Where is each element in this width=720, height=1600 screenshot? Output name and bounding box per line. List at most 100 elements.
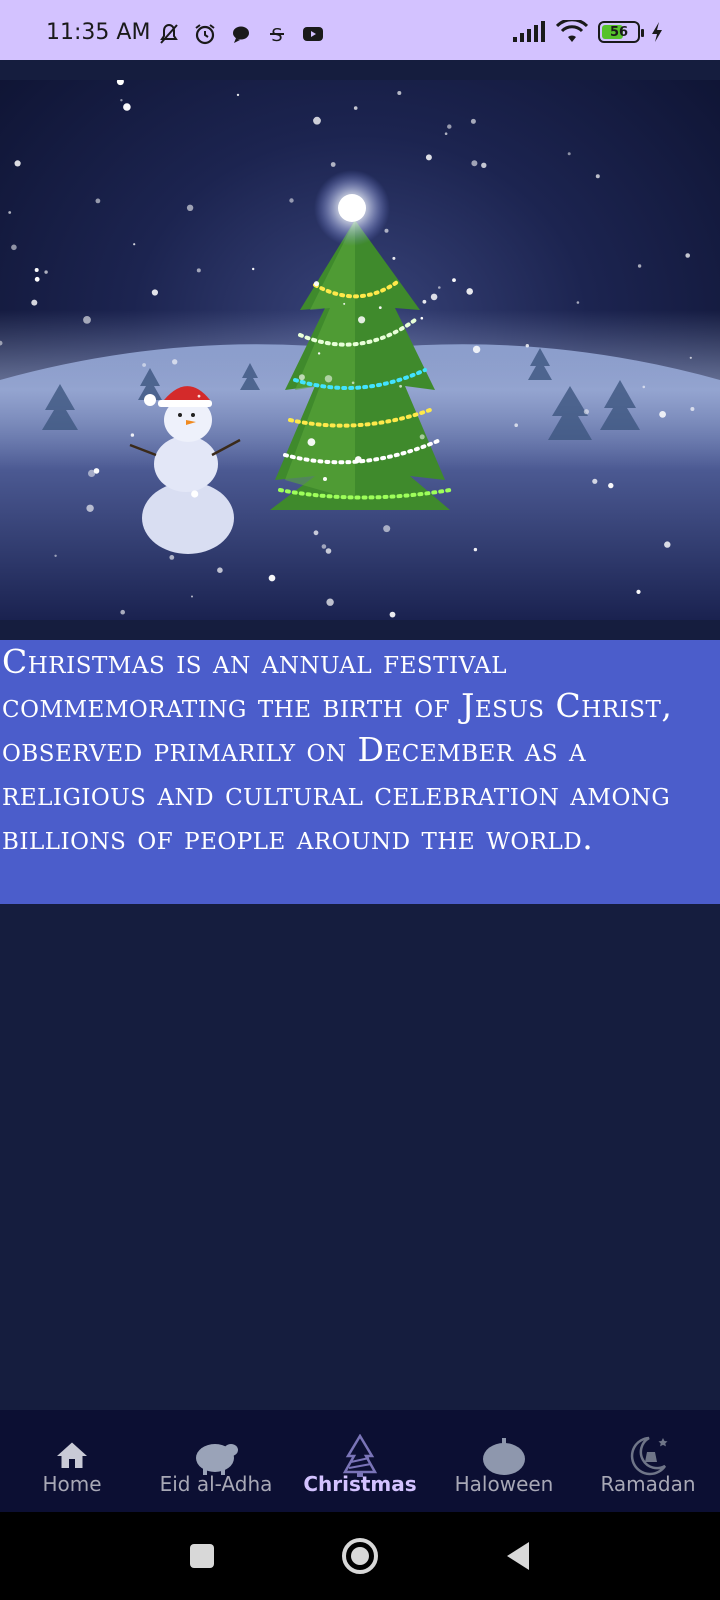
snowflake — [324, 375, 333, 383]
snowflake — [473, 547, 478, 552]
snowflake — [236, 93, 240, 97]
nav-label-eid-al-adha: Eid al-Adha — [159, 1472, 273, 1496]
snowflake — [14, 160, 21, 167]
main-content: Christmas is an annual festival commemor… — [0, 60, 720, 1410]
snowflake — [664, 541, 671, 548]
back-triangle-icon — [507, 1542, 529, 1570]
status-icons-left: S — [156, 22, 326, 46]
snowflake — [592, 478, 598, 484]
status-icons-right: 56 — [512, 20, 664, 44]
snowflake — [690, 407, 695, 411]
bottom-nav: Home Eid al-Adha Christmas Haloween Rama… — [0, 1410, 720, 1512]
recents-button[interactable] — [180, 1534, 224, 1578]
snowflake — [123, 103, 131, 111]
snowflake — [481, 162, 487, 168]
snowflake — [133, 243, 136, 246]
snowflake — [151, 289, 158, 296]
snowflake — [317, 352, 321, 355]
nav-item-home[interactable]: Home — [0, 1410, 144, 1512]
battery-percent: 56 — [609, 24, 629, 40]
back-button[interactable] — [496, 1534, 540, 1578]
snowflake — [452, 278, 456, 282]
nav-item-eid-al-adha[interactable]: Eid al-Adha — [144, 1410, 288, 1512]
snowflake — [307, 438, 316, 446]
description-text: Christmas is an annual festival commemor… — [0, 640, 720, 904]
snowflake — [430, 293, 438, 301]
snowflake — [44, 270, 48, 274]
snowflake — [472, 345, 481, 354]
battery-icon: 56 — [598, 21, 644, 43]
snowflake — [321, 544, 327, 549]
snowflake — [685, 253, 690, 258]
nav-label-ramadan: Ramadan — [600, 1472, 696, 1496]
nav-item-christmas[interactable]: Christmas — [288, 1410, 432, 1512]
snowflake — [325, 548, 332, 554]
snowflake — [425, 154, 432, 161]
home-button[interactable] — [338, 1534, 382, 1578]
snowflake — [298, 374, 305, 381]
chat-bubble-icon — [233, 26, 249, 43]
snowflake — [116, 80, 124, 86]
snowflake — [642, 385, 646, 389]
snowflake — [93, 468, 100, 474]
snowflake — [217, 567, 223, 573]
square-icon — [190, 1544, 214, 1568]
snowflake — [583, 409, 590, 415]
snowflake — [422, 299, 427, 304]
snowflake — [169, 555, 175, 560]
snowflake — [514, 423, 518, 428]
snowflake — [447, 124, 452, 129]
snowflake — [197, 394, 201, 398]
snowflake — [326, 598, 334, 606]
bell-off-icon — [160, 23, 178, 44]
alarm-icon — [195, 24, 215, 45]
nav-label-christmas: Christmas — [303, 1472, 417, 1496]
circle-icon — [342, 1538, 378, 1574]
snowflake — [636, 589, 641, 594]
snowflake — [392, 256, 396, 260]
svg-text:S: S — [271, 25, 282, 46]
snowflake — [191, 595, 193, 598]
snowflake — [471, 160, 478, 167]
youtube-icon — [303, 27, 323, 41]
nav-item-ramadan[interactable]: Ramadan — [576, 1410, 720, 1512]
snowflake — [8, 211, 12, 214]
snowflake — [252, 267, 255, 271]
snowflake — [34, 276, 40, 282]
snowflake — [54, 554, 57, 557]
snowflake — [31, 299, 38, 306]
snowflake — [346, 213, 352, 218]
snowflake — [438, 286, 441, 289]
snowflake — [86, 504, 94, 512]
snowflake — [313, 116, 321, 125]
snowflake — [196, 268, 201, 273]
snowflake — [354, 456, 362, 463]
snowflake — [576, 301, 580, 304]
snowflake — [120, 609, 125, 615]
snowflake — [353, 106, 358, 110]
s-icon: S — [270, 25, 284, 46]
snowflake — [83, 316, 91, 324]
snowflake — [11, 244, 17, 251]
snowflake — [323, 477, 327, 481]
snowflake — [313, 530, 319, 536]
charging-bolt-icon — [652, 22, 662, 42]
snowflake — [466, 288, 474, 295]
snowflake — [313, 281, 320, 287]
snowflake — [289, 198, 294, 203]
snowflake — [689, 356, 692, 359]
snowflake — [399, 384, 402, 388]
snowflake — [637, 264, 642, 268]
snowflake — [595, 174, 600, 179]
snowflake — [389, 611, 396, 618]
christmas-tree-snowman-image — [0, 80, 720, 620]
snowflake — [120, 99, 123, 102]
snowflake — [659, 411, 666, 418]
snowflake — [330, 162, 336, 167]
nav-label-haloween: Haloween — [454, 1472, 554, 1496]
snowflake — [444, 132, 448, 135]
snowflake — [384, 228, 389, 233]
nav-item-haloween[interactable]: Haloween — [432, 1410, 576, 1512]
snowflake — [351, 381, 355, 385]
snowflake — [525, 344, 529, 348]
